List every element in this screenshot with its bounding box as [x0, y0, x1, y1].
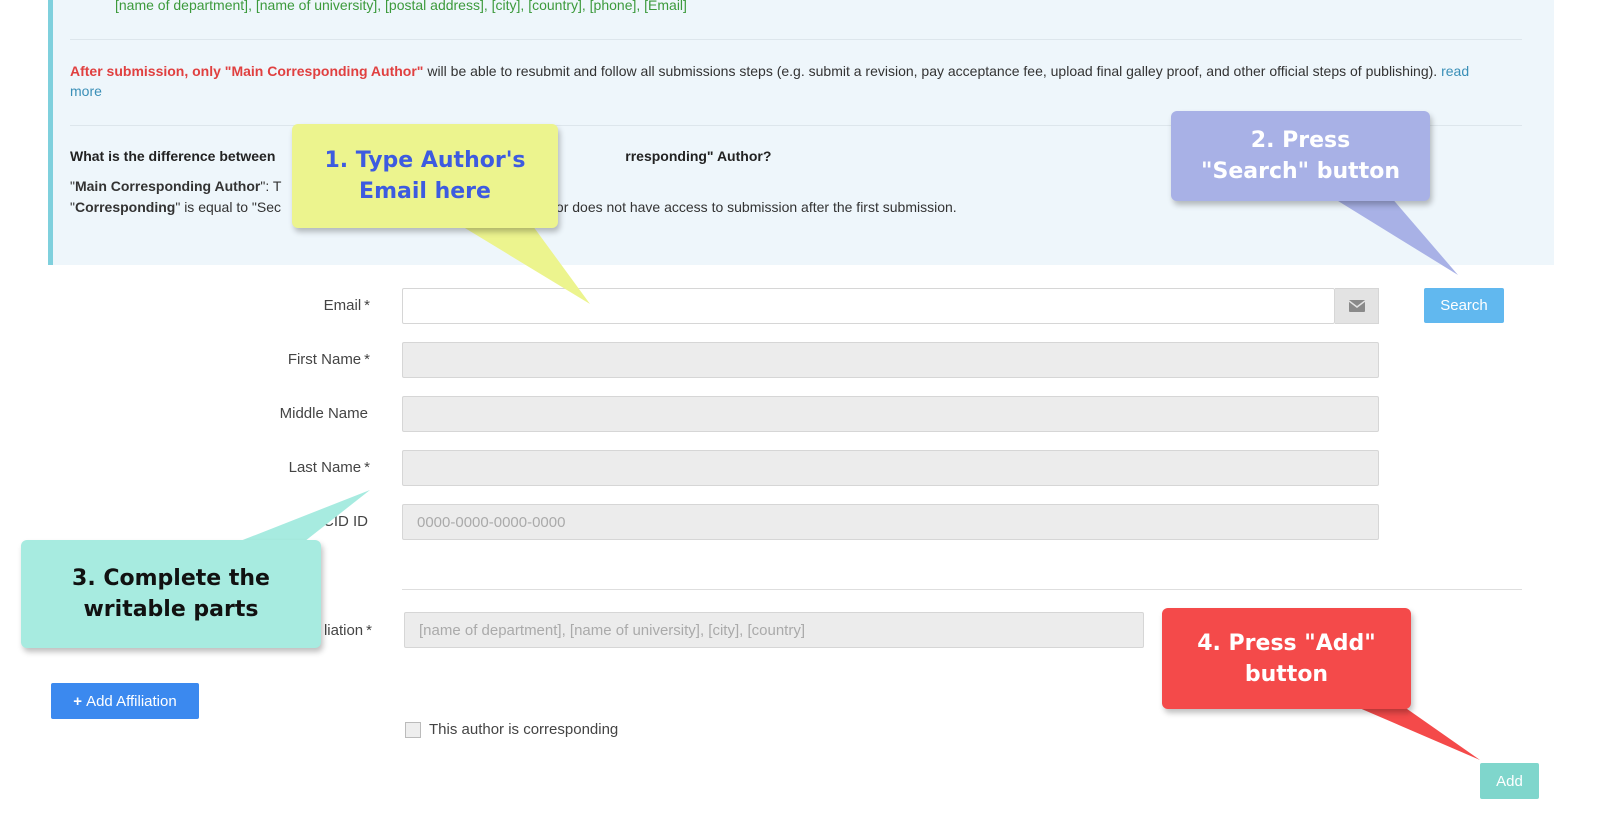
callout-2-line-2: "Search" button — [1201, 159, 1400, 184]
callout-4-pointer — [1350, 704, 1480, 760]
callout-3-line-2: writable parts — [83, 597, 259, 622]
callout-2-line-1: 2. Press — [1250, 128, 1351, 153]
callout-4-line-1: 4. Press "Add" — [1197, 630, 1376, 656]
callout-3-line-1: 3. Complete the — [72, 566, 270, 591]
callout-step-4: 4. Press "Add" button — [1162, 608, 1411, 709]
callout-2-pointer — [1330, 196, 1458, 275]
callout-3-pointer — [230, 490, 370, 545]
callout-1-pointer — [455, 222, 590, 304]
callout-4-line-2: button — [1244, 661, 1329, 687]
callout-step-1: 1. Type Author's Email here — [292, 124, 558, 228]
callout-1-line-2: Email here — [359, 179, 491, 204]
callout-step-3: 3. Complete the writable parts — [21, 540, 321, 648]
callout-step-2: 2. Press "Search" button — [1171, 111, 1430, 201]
callout-1-line-1: 1. Type Author's — [324, 148, 526, 173]
